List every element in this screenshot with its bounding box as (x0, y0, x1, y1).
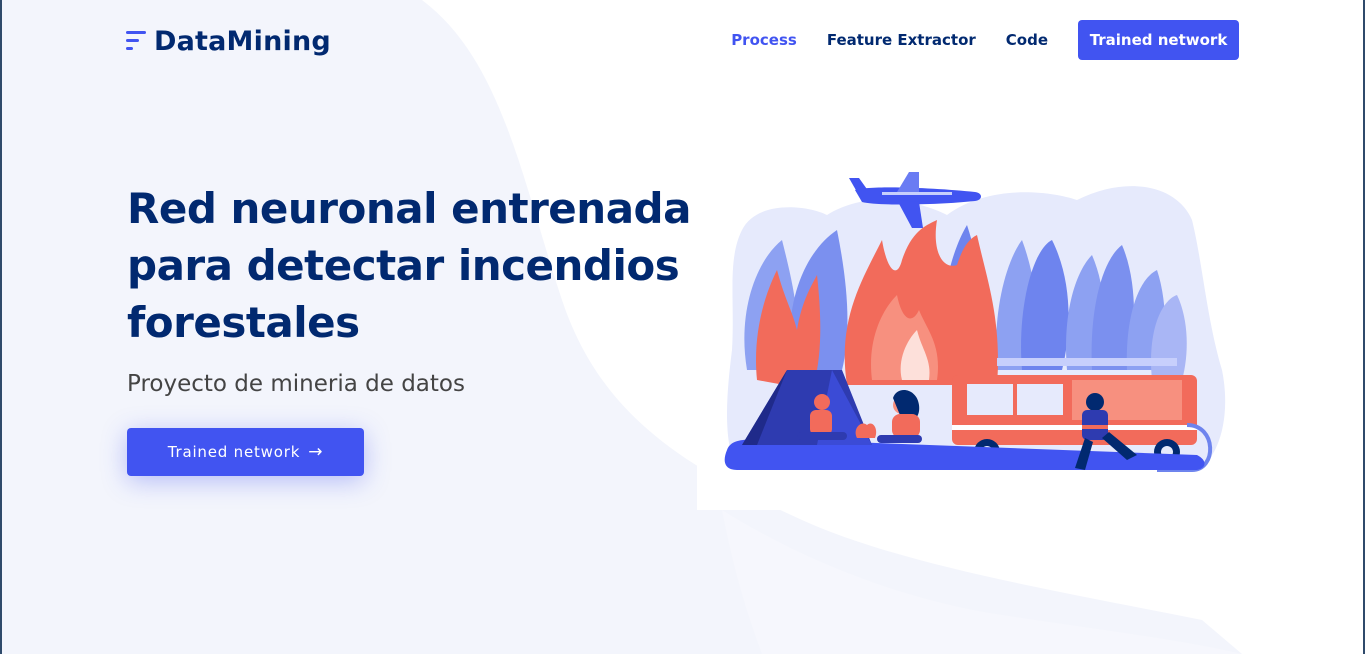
page: DataMining Process Feature Extractor Cod… (0, 0, 1365, 654)
arrow-right-icon: → (308, 442, 324, 462)
hero-section: Red neuronal entrenada para detectar inc… (127, 180, 707, 399)
main-nav: Process Feature Extractor Code Trained n… (731, 20, 1239, 60)
brand-logo[interactable]: DataMining (125, 24, 331, 58)
hero-title: Red neuronal entrenada para detectar inc… (127, 184, 691, 347)
header: DataMining Process Feature Extractor Cod… (2, 0, 1363, 80)
nav-item-process[interactable]: Process (731, 31, 797, 49)
brand-name: DataMining (154, 25, 331, 57)
nav-item-code[interactable]: Code (1006, 31, 1048, 49)
trained-network-hero-button[interactable]: Trained network → (127, 428, 364, 476)
hero-subtitle: Proyecto de mineria de datos (127, 371, 465, 397)
trained-network-nav-button[interactable]: Trained network (1078, 20, 1239, 60)
nav-item-feature-extractor[interactable]: Feature Extractor (827, 31, 976, 49)
bars-menu-icon (126, 31, 146, 50)
hero-button-label: Trained network (167, 443, 301, 461)
forest-fire-illustration (697, 170, 1237, 510)
